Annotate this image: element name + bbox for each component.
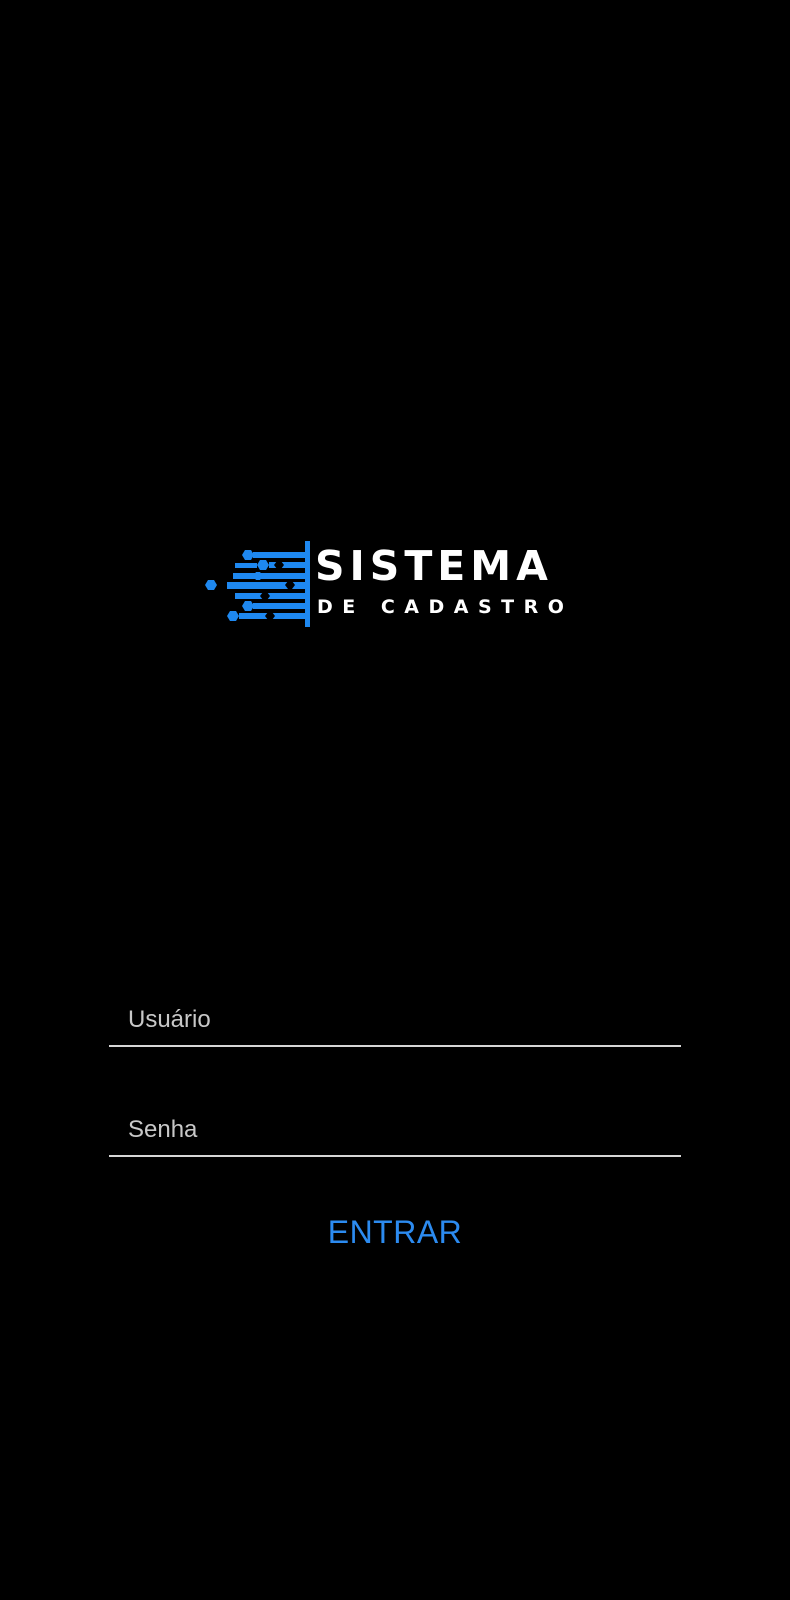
logo-title: SISTEMA — [315, 542, 553, 590]
password-field — [109, 1105, 681, 1157]
circuit-lines-icon — [205, 541, 310, 627]
username-input[interactable] — [128, 995, 668, 1045]
login-button[interactable]: ENTRAR — [300, 1207, 490, 1257]
app-logo: SISTEMA DE CADASTRO — [205, 538, 575, 630]
password-input[interactable] — [128, 1105, 668, 1155]
username-field — [109, 995, 681, 1047]
logo-subtitle: DE CADASTRO — [317, 596, 574, 618]
